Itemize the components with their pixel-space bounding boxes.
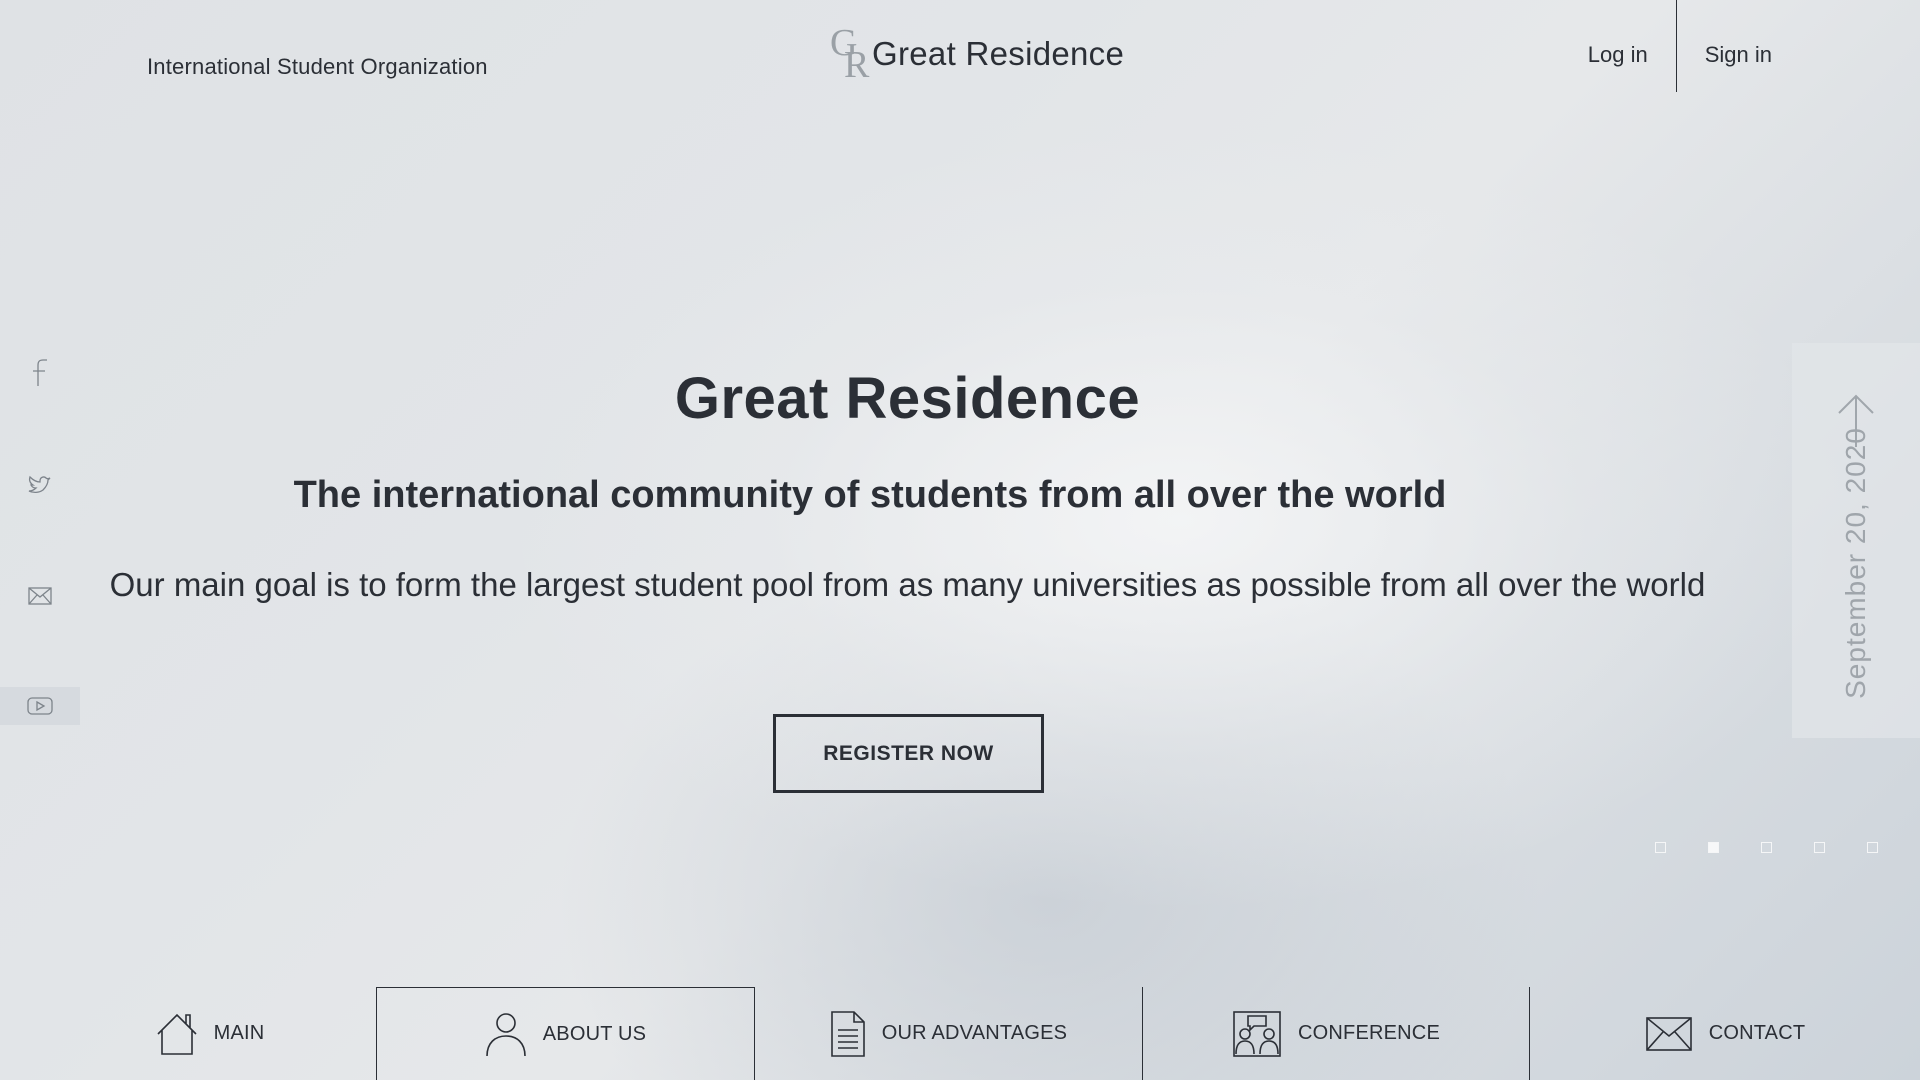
nav-label-our-advantages: OUR ADVANTAGES bbox=[881, 1022, 1068, 1044]
hero-subtitle: The international community of students … bbox=[293, 474, 1447, 516]
conference-icon bbox=[1233, 1010, 1281, 1057]
hero-description: Our main goal is to form the largest stu… bbox=[109, 566, 1706, 603]
auth-divider bbox=[1675, 0, 1677, 92]
brand-logo[interactable]: G R Great Residence bbox=[830, 24, 1124, 84]
event-date: September 20, 2020 bbox=[1840, 427, 1871, 699]
signin-link[interactable]: Sign in bbox=[1705, 0, 1772, 68]
slider-dot-active[interactable] bbox=[1708, 842, 1719, 853]
date-panel: September 20, 2020 bbox=[1792, 343, 1920, 738]
auth-links: Log in Sign in bbox=[1588, 0, 1920, 92]
nav-label-contact: CONTACT bbox=[1708, 1022, 1806, 1044]
nav-label-main: MAIN bbox=[213, 1022, 265, 1044]
slider-dot[interactable] bbox=[1655, 842, 1666, 853]
hero-title: Great Residence bbox=[674, 366, 1141, 431]
home-icon bbox=[157, 1013, 197, 1055]
nav-item-conference[interactable]: CONFERENCE bbox=[1143, 987, 1530, 1080]
nav-label-conference: CONFERENCE bbox=[1297, 1022, 1440, 1044]
slider-dot[interactable] bbox=[1867, 842, 1878, 853]
document-icon bbox=[830, 1010, 865, 1057]
nav-item-contact[interactable]: CONTACT bbox=[1530, 987, 1920, 1080]
slider-dot[interactable] bbox=[1761, 842, 1772, 853]
slider-pagination bbox=[1655, 842, 1878, 853]
register-now-button[interactable]: REGISTER NOW bbox=[773, 714, 1044, 793]
brand-monogram: G R bbox=[830, 24, 870, 86]
nav-item-our-advantages[interactable]: OUR ADVANTAGES bbox=[755, 987, 1143, 1080]
login-link[interactable]: Log in bbox=[1588, 0, 1648, 68]
brand-name: Great Residence bbox=[872, 35, 1125, 72]
nav-item-about-us[interactable]: ABOUT US bbox=[376, 987, 755, 1080]
slider-dot[interactable] bbox=[1814, 842, 1825, 853]
envelope-icon bbox=[1645, 1016, 1692, 1051]
nav-label-about-us: ABOUT US bbox=[542, 1022, 647, 1045]
monogram-r: R bbox=[844, 44, 870, 86]
organization-name: International Student Organization bbox=[147, 54, 488, 79]
bottom-navigation: MAIN ABOUT US OUR ADVANTAGES CONFERENCE bbox=[0, 987, 1920, 1080]
user-icon bbox=[485, 1013, 526, 1057]
youtube-icon[interactable] bbox=[0, 687, 80, 725]
nav-item-main[interactable]: MAIN bbox=[130, 987, 290, 1080]
